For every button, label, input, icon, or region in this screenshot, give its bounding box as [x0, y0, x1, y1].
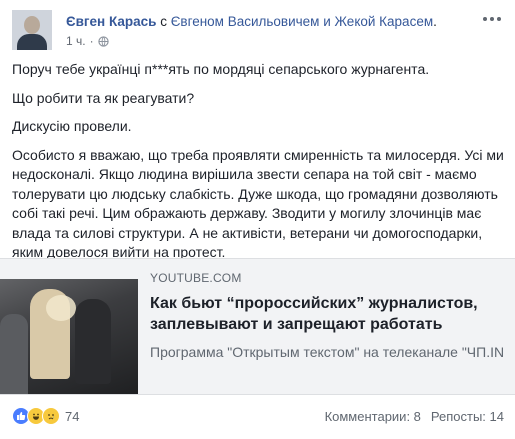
post-meta: 1 ч. · — [66, 34, 109, 48]
avatar[interactable] — [12, 10, 52, 50]
post-paragraph: Що робити та як реагувати? — [12, 89, 195, 106]
video-thumbnail[interactable] — [0, 259, 138, 394]
facebook-post: Євген Карась с Євгеном Васильовичем и Же… — [0, 0, 515, 439]
thumb-figure — [0, 314, 28, 394]
timestamp-link[interactable]: 1 ч. — [66, 34, 86, 48]
link-domain: YOUTUBE.COM — [150, 271, 242, 285]
link-description: Программа "Открытым текстом" на телекана… — [150, 344, 505, 360]
avatar-head — [24, 16, 40, 34]
sad-icon — [42, 407, 60, 425]
post-paragraph: Поруч тебе українці п***ять по мордяці с… — [12, 61, 430, 77]
tagged-people-link[interactable]: Євгеном Васильовичем и Жекой Карасем — [171, 14, 433, 29]
author-line: Євген Карась с Євгеном Васильовичем и Же… — [66, 14, 437, 29]
comments-count-link[interactable]: Комментарии: 8 — [325, 409, 421, 424]
link-preview-card[interactable]: YOUTUBE.COM Как бьют “пророссийских” жур… — [0, 258, 515, 395]
reaction-count[interactable]: 74 — [65, 409, 79, 424]
author-link[interactable]: Євген Карась — [66, 14, 156, 29]
globe-icon[interactable] — [97, 35, 109, 47]
post-paragraph: Дискусію провели. — [12, 118, 132, 134]
post-footer: 74 Комментарии: 8 Репосты: 14 — [12, 404, 504, 428]
meta-dot: · — [89, 34, 94, 48]
post-header: Євген Карась с Євгеном Васильовичем и Же… — [12, 10, 507, 56]
reactions-summary[interactable]: 74 — [12, 407, 79, 425]
shares-count-link[interactable]: Репосты: 14 — [431, 409, 504, 424]
tagged-end: . — [433, 14, 437, 29]
more-icon[interactable] — [483, 14, 503, 24]
with-text: с — [160, 14, 167, 29]
thumb-figure — [75, 299, 111, 384]
post-paragraph: Особисто я вважаю, що треба проявляти см… — [12, 146, 504, 261]
post-stats: Комментарии: 8 Репосты: 14 — [325, 409, 504, 424]
thumb-bg — [0, 259, 138, 279]
post-body: Поруч тебе українці п***ять по мордяці с… — [12, 60, 504, 272]
avatar-shoulders — [17, 34, 47, 50]
link-title[interactable]: Как бьют “пророссийских” журналистов, за… — [150, 293, 505, 335]
link-card-text: YOUTUBE.COM Как бьют “пророссийских” жур… — [150, 271, 505, 362]
thumb-figure — [46, 295, 76, 321]
